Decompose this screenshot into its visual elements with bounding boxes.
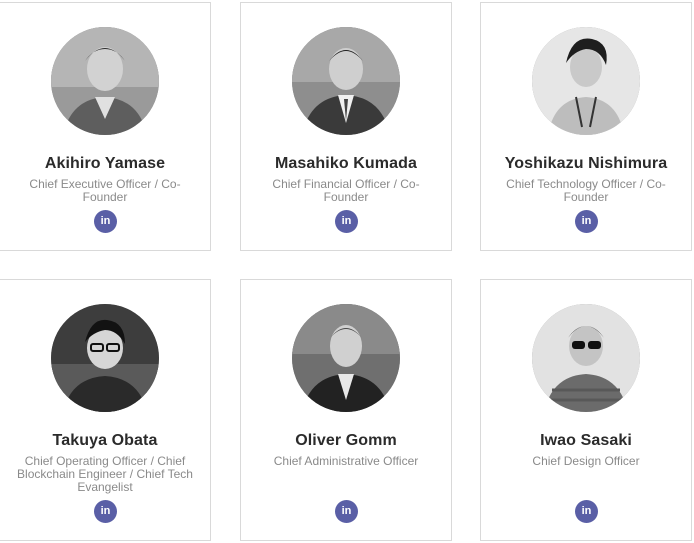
team-card-oliver-gomm: Oliver Gomm Chief Administrative Officer… — [240, 279, 452, 541]
member-role: Chief Technology Officer / Co-Founder — [506, 177, 666, 204]
linkedin-icon[interactable]: in — [575, 500, 598, 523]
linkedin-icon[interactable]: in — [575, 210, 598, 233]
member-role: Chief Financial Officer / Co-Founder — [272, 177, 420, 204]
team-card-yoshikazu-nishimura: Yoshikazu Nishimura Chief Technology Off… — [480, 2, 692, 251]
profile-photo — [532, 304, 640, 412]
profile-photo — [292, 27, 400, 135]
team-card-takuya-obata: Takuya Obata Chief Operating Officer / C… — [0, 279, 211, 541]
profile-photo — [51, 27, 159, 135]
linkedin-icon[interactable]: in — [335, 210, 358, 233]
team-card-akihiro-yamase: Akihiro Yamase Chief Executive Officer /… — [0, 2, 211, 251]
member-name: Oliver Gomm — [295, 432, 397, 449]
linkedin-icon[interactable]: in — [335, 500, 358, 523]
member-name: Takuya Obata — [52, 432, 158, 449]
team-card-masahiko-kumada: Masahiko Kumada Chief Financial Officer … — [240, 2, 452, 251]
profile-photo — [51, 304, 159, 412]
team-card-iwao-sasaki: Iwao Sasaki Chief Design Officer in — [480, 279, 692, 541]
member-role: Chief Design Officer — [532, 454, 640, 468]
member-name: Akihiro Yamase — [44, 155, 166, 172]
member-role: Chief Operating Officer / Chief Blockcha… — [17, 454, 193, 494]
linkedin-icon[interactable]: in — [94, 500, 117, 523]
profile-photo — [292, 304, 400, 412]
linkedin-icon[interactable]: in — [94, 210, 117, 233]
member-name: Iwao Sasaki — [540, 432, 632, 449]
member-role: Chief Executive Officer / Co-Founder — [29, 177, 181, 204]
profile-photo — [532, 27, 640, 135]
member-role: Chief Administrative Officer — [273, 454, 419, 468]
member-name: Masahiko Kumada — [275, 155, 417, 172]
member-name: Yoshikazu Nishimura — [504, 155, 668, 172]
